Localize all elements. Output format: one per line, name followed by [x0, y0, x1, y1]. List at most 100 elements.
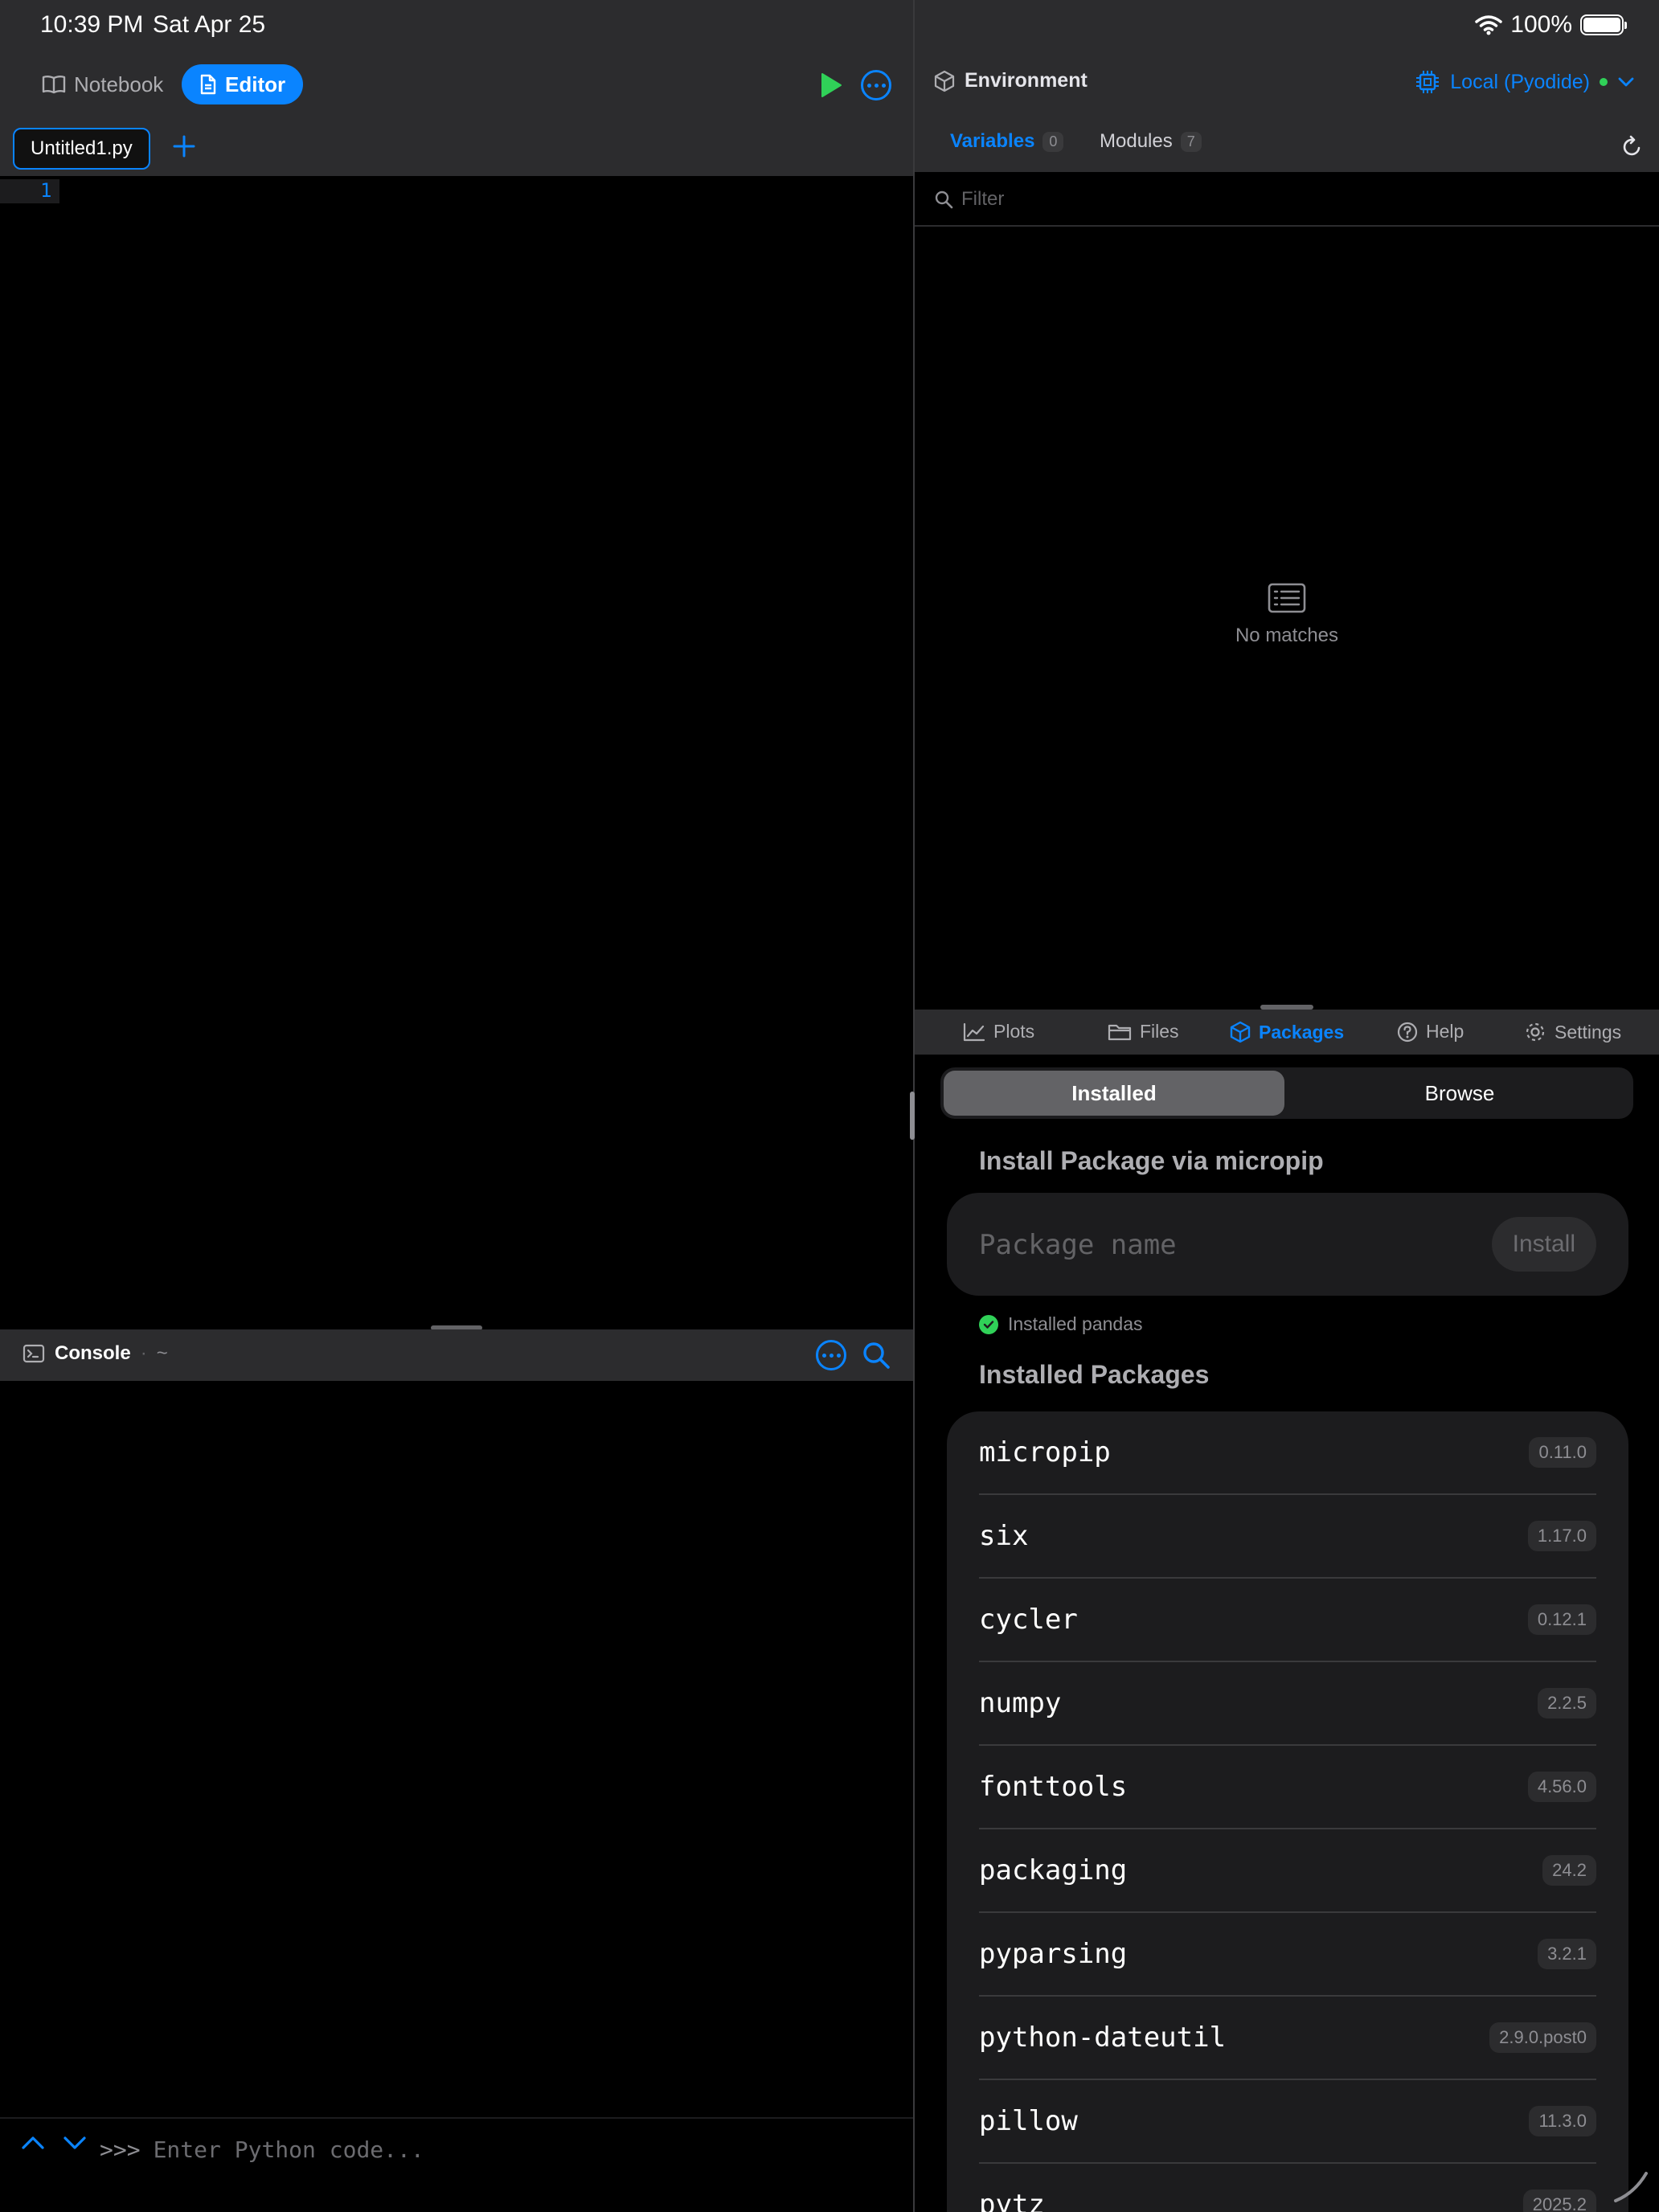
refresh-button[interactable] — [1622, 135, 1643, 162]
folder-icon — [1108, 1024, 1132, 1040]
install-status: Installed pandas — [979, 1313, 1143, 1335]
package-row[interactable]: pillow 11.3.0 — [979, 2080, 1596, 2164]
tab-files-label: Files — [1140, 1021, 1179, 1042]
package-version-badge: 4.56.0 — [1527, 1772, 1596, 1802]
tab-files[interactable]: Files — [1108, 1021, 1179, 1043]
package-name: fonttools — [979, 1771, 1128, 1803]
console-header: Console · ~ — [0, 1329, 913, 1381]
tab-plots-label: Plots — [993, 1021, 1035, 1042]
file-tab[interactable]: Untitled1.py — [13, 128, 150, 170]
package-version-badge: 2.2.5 — [1538, 1688, 1596, 1718]
package-name: numpy — [979, 1687, 1062, 1719]
status-indicators: 100% — [1475, 11, 1627, 39]
install-status-text: Installed pandas — [1008, 1313, 1143, 1334]
variables-tab-bar: Variables 0 Modules 7 — [915, 116, 1659, 172]
package-row[interactable]: six 1.17.0 — [979, 1495, 1596, 1579]
package-version-badge: 0.11.0 — [1529, 1437, 1596, 1468]
play-icon — [821, 73, 842, 97]
package-row[interactable]: cycler 0.12.1 — [979, 1579, 1596, 1662]
package-name: pytz — [979, 2189, 1045, 2212]
help-icon — [1397, 1022, 1418, 1042]
run-button[interactable] — [815, 69, 847, 101]
editor-tab-bar: Untitled1.py — [0, 120, 913, 176]
segment-browse[interactable]: Browse — [1289, 1071, 1630, 1116]
tab-modules-label: Modules — [1100, 130, 1173, 152]
console-input-bar: >>> Enter Python code... — [0, 2117, 913, 2177]
variables-count-badge: 0 — [1043, 131, 1064, 152]
modules-count-badge: 7 — [1180, 131, 1202, 152]
status-date: Sat Apr 25 — [153, 11, 266, 38]
package-icon — [1230, 1021, 1251, 1043]
tab-help-label: Help — [1426, 1021, 1464, 1042]
package-row[interactable]: pytz 2025.2 — [979, 2164, 1596, 2212]
editor-label: Editor — [225, 72, 286, 96]
cube-icon — [934, 70, 955, 92]
packages-panel: Installed Browse Install Package via mic… — [915, 1055, 1659, 2212]
package-version-badge: 24.2 — [1542, 1855, 1596, 1886]
install-card: Install — [947, 1193, 1628, 1296]
package-row[interactable]: micropip 0.11.0 — [979, 1411, 1596, 1495]
book-icon — [42, 76, 66, 94]
tab-help[interactable]: Help — [1397, 1021, 1464, 1043]
tab-modules[interactable]: Modules 7 — [1100, 130, 1202, 153]
tab-packages-label: Packages — [1259, 1021, 1345, 1043]
history-up-icon[interactable] — [21, 2135, 45, 2151]
package-row[interactable]: numpy 2.2.5 — [979, 1662, 1596, 1746]
left-toolbar: Notebook Editor — [0, 51, 913, 120]
runtime-label: Local (Pyodide) — [1450, 70, 1590, 93]
right-pane: Environment Local (Pyodide) Variables 0 … — [915, 51, 1659, 2212]
package-name: packaging — [979, 1854, 1128, 1886]
install-button[interactable]: Install — [1491, 1217, 1596, 1272]
package-version-badge: 11.3.0 — [1529, 2106, 1596, 2136]
tab-packages[interactable]: Packages — [1230, 1021, 1344, 1043]
package-version-badge: 2025.2 — [1522, 2189, 1596, 2212]
chevron-down-icon — [1618, 77, 1634, 87]
segment-installed[interactable]: Installed — [944, 1071, 1284, 1116]
filter-input[interactable] — [961, 185, 1620, 214]
console-path: ~ — [156, 1342, 168, 1364]
tab-variables[interactable]: Variables 0 — [950, 130, 1064, 153]
console-prompt[interactable]: >>> Enter Python code... — [100, 2136, 424, 2163]
console-title: Console — [55, 1342, 131, 1364]
runtime-selector[interactable]: Local (Pyodide) — [1415, 69, 1635, 95]
list-icon — [1268, 583, 1306, 613]
package-row[interactable]: fonttools 4.56.0 — [979, 1746, 1596, 1829]
package-name: cycler — [979, 1604, 1078, 1636]
document-icon — [200, 74, 216, 95]
code-editor[interactable]: 1 — [0, 176, 913, 1329]
environment-title-group: Environment — [934, 69, 1088, 92]
status-bar: 10:39 PM Sat Apr 25 100% — [0, 0, 1659, 51]
battery-fill — [1583, 18, 1620, 32]
bottom-tab-bar: Plots Files Packages Help Settings — [915, 1010, 1659, 1055]
package-row[interactable]: packaging 24.2 — [979, 1829, 1596, 1913]
variables-empty-state: No matches — [915, 582, 1659, 647]
scroll-indicator-icon — [1614, 2172, 1648, 2202]
status-time: 10:39 PM — [40, 11, 144, 38]
prompt-symbol: >>> — [100, 2136, 141, 2163]
notebook-mode-button[interactable]: Notebook — [24, 64, 181, 104]
console-search-button[interactable] — [862, 1341, 891, 1374]
console-input-placeholder: Enter Python code... — [153, 2136, 424, 2163]
package-name: python-dateutil — [979, 2022, 1227, 2054]
tab-settings[interactable]: Settings — [1524, 1021, 1621, 1043]
battery-icon — [1580, 14, 1627, 35]
package-name-input[interactable] — [979, 1225, 1461, 1265]
package-row[interactable]: python-dateutil 2.9.0.post0 — [979, 1997, 1596, 2080]
search-icon — [935, 190, 953, 209]
package-row[interactable]: pyparsing 3.2.1 — [979, 1913, 1596, 1997]
more-options-button[interactable] — [861, 70, 891, 100]
tab-settings-label: Settings — [1555, 1021, 1622, 1043]
installed-packages-list: micropip 0.11.0 six 1.17.0 cycler 0.12.1 numpy… — [947, 1411, 1628, 2212]
tab-plots[interactable]: Plots — [963, 1021, 1034, 1043]
add-tab-button[interactable] — [172, 131, 196, 163]
editor-mode-button[interactable]: Editor — [182, 64, 304, 104]
filter-bar — [915, 172, 1659, 227]
environment-header: Environment Local (Pyodide) — [915, 51, 1659, 116]
package-name: pyparsing — [979, 1938, 1128, 1970]
gear-icon — [1526, 1022, 1545, 1042]
history-down-icon[interactable] — [63, 2135, 87, 2151]
tab-variables-label: Variables — [950, 130, 1035, 152]
console-more-button[interactable] — [816, 1340, 846, 1370]
console-title-group: Console · ~ — [23, 1342, 168, 1365]
installed-packages-title: Installed Packages — [979, 1360, 1210, 1389]
